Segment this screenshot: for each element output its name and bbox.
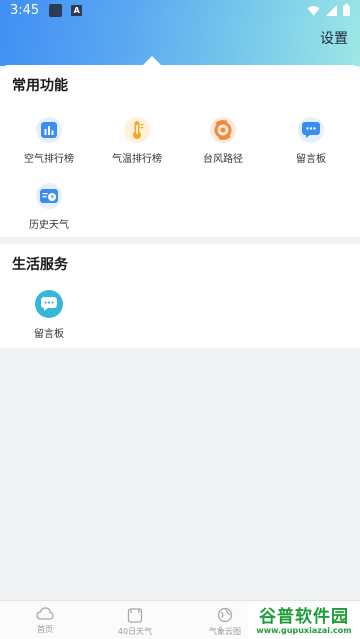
temperature-ranking-label: 气温排行榜 [112, 154, 162, 165]
life-services-title: 生活服务 [12, 257, 68, 273]
air-ranking-item[interactable]: 空气排行榜 [4, 117, 94, 165]
chat-bubble-icon [35, 290, 63, 318]
message-board-item[interactable]: 留言板 [266, 117, 356, 165]
calendar-icon [127, 608, 143, 623]
common-functions-card: 常用功能 空气排行榜 气温排行榜 台风路径 留言板 历史天气 [0, 65, 360, 237]
common-functions-title: 常用功能 [12, 78, 68, 94]
nav-home-label: 首页 [37, 625, 53, 634]
nav-satellite-label: 气象云图 [209, 627, 241, 636]
status-a-badge: A [71, 4, 83, 16]
message-board-icon [298, 117, 324, 143]
status-time: 3:45 [10, 2, 40, 18]
nav-home[interactable]: 首页 [0, 601, 90, 639]
life-message-board-item[interactable]: 留言板 [4, 290, 94, 340]
thermometer-icon [124, 117, 150, 143]
temperature-ranking-item[interactable]: 气温排行榜 [92, 117, 182, 165]
message-board-label: 留言板 [296, 154, 326, 165]
settings-button[interactable]: 设置 [320, 28, 348, 48]
nav-40day-weather[interactable]: 40日天气 [90, 601, 180, 639]
battery-icon [343, 4, 350, 16]
typhoon-path-item[interactable]: 台风路径 [178, 117, 268, 165]
history-weather-label: 历史天气 [29, 220, 69, 231]
notification-app-icon [49, 3, 63, 17]
watermark-url-text: www.gupuxiazai.com [256, 625, 352, 635]
watermark-main-text: 谷普软件园 [259, 606, 349, 627]
life-message-board-label: 留言板 [34, 329, 64, 340]
air-ranking-icon [36, 117, 62, 143]
status-bar: 3:45 A [0, 0, 360, 20]
air-ranking-label: 空气排行榜 [24, 154, 74, 165]
watermark-logo: 谷普软件园 www.gupuxiazai.com [248, 604, 360, 639]
wifi-icon [307, 5, 320, 15]
nav-40day-label: 40日天气 [117, 627, 153, 636]
signal-icon [326, 4, 337, 16]
header-pointer [143, 56, 161, 65]
history-weather-item[interactable]: 历史天气 [4, 183, 94, 231]
typhoon-icon [210, 117, 236, 143]
globe-icon [217, 607, 233, 623]
life-services-card: 生活服务 留言板 [0, 244, 360, 348]
cloud-icon [36, 607, 54, 620]
typhoon-path-label: 台风路径 [203, 154, 243, 165]
history-weather-icon [36, 183, 62, 209]
